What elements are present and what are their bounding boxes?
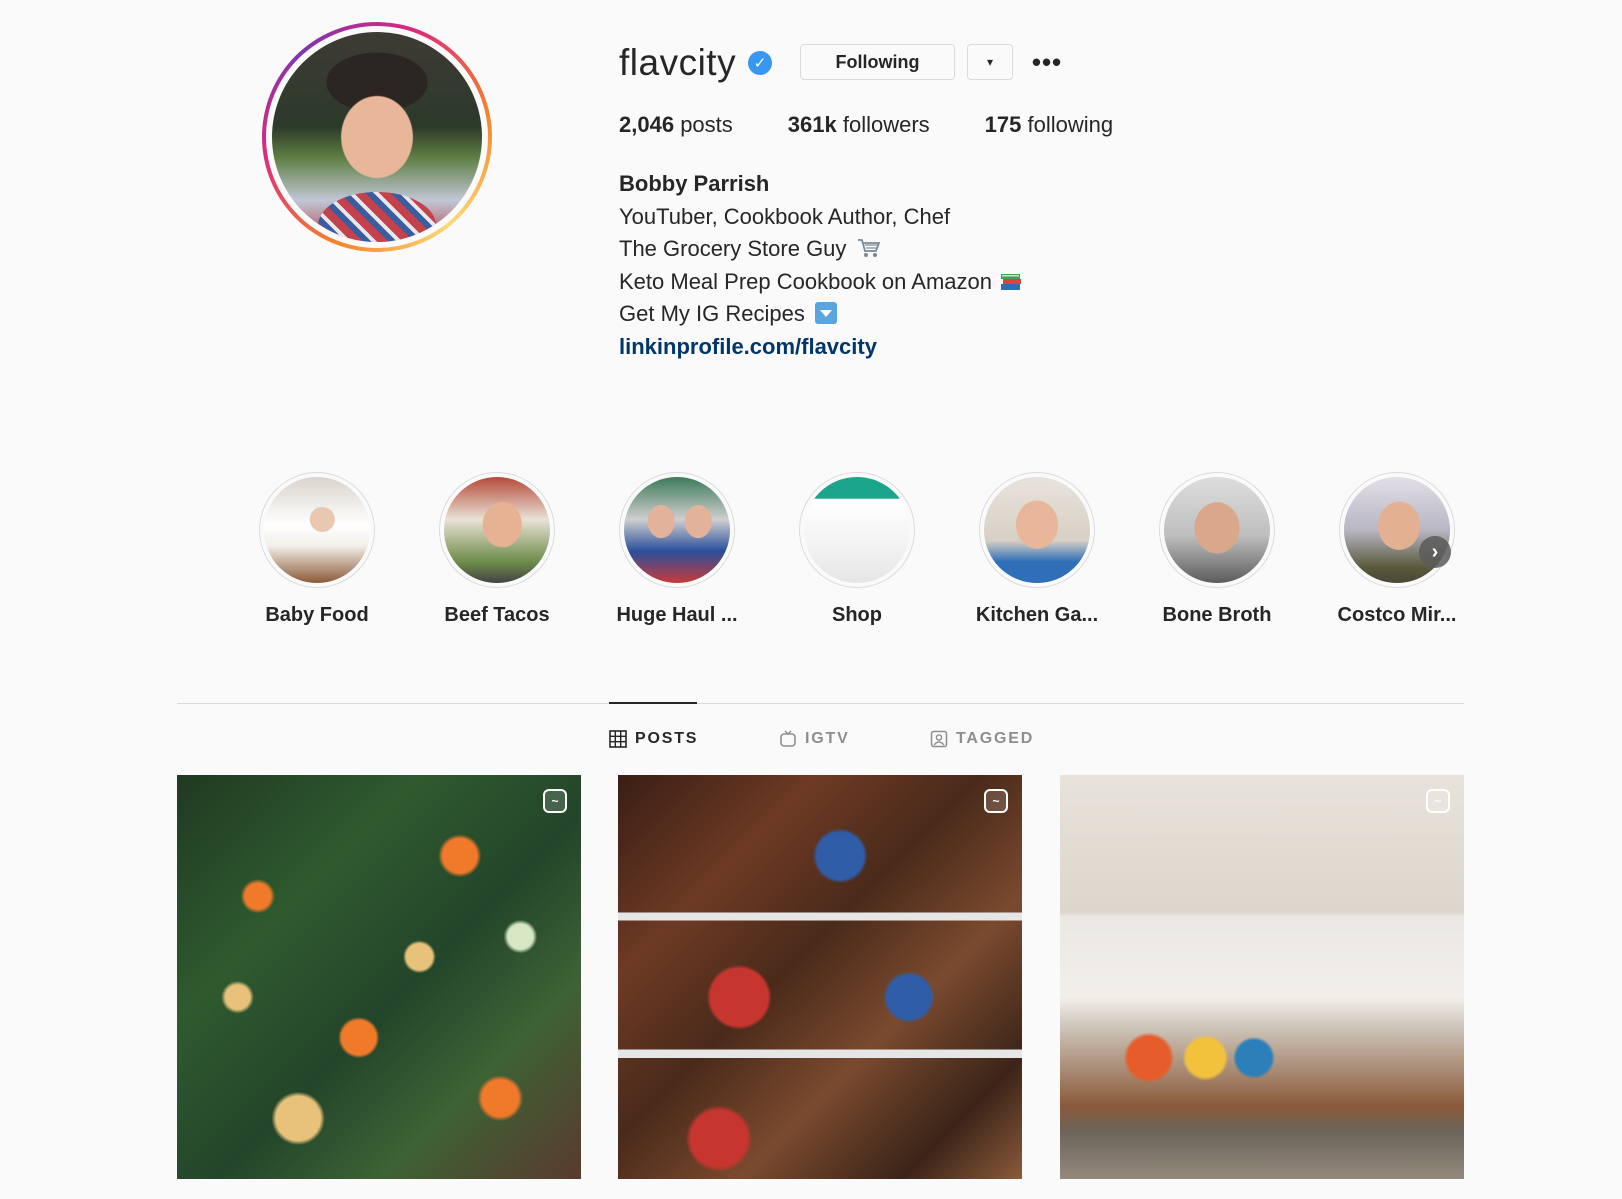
igtv-icon: ~	[984, 789, 1008, 813]
highlight-item[interactable]: Costco Mir...	[1317, 472, 1477, 627]
following-button[interactable]: Following	[800, 44, 955, 80]
post-thumbnail[interactable]: ~	[618, 775, 1022, 1179]
posts-stat: 2,046 posts	[619, 112, 733, 138]
profile-stats: 2,046 posts 361k followers 175 following	[619, 112, 1168, 138]
tabs-divider	[177, 703, 1464, 704]
highlight-item[interactable]: Shop	[777, 472, 937, 627]
post-thumbnail[interactable]: ~	[1060, 775, 1464, 1179]
post-thumbnail[interactable]: ~	[177, 775, 581, 1179]
tab-label: POSTS	[635, 730, 699, 747]
highlight-item[interactable]: Baby Food	[237, 472, 397, 627]
highlight-cover	[1339, 472, 1455, 588]
followers-stat[interactable]: 361k followers	[788, 112, 930, 138]
avatar-photo	[272, 32, 482, 242]
igtv-icon: ~	[1426, 789, 1450, 813]
profile-bio: Bobby Parrish YouTuber, Cookbook Author,…	[619, 168, 1022, 364]
bio-link[interactable]: linkinprofile.com/flavcity	[619, 331, 1022, 364]
tab-label: IGTV	[805, 730, 850, 747]
following-stat-label: following	[1027, 112, 1114, 137]
following-stat[interactable]: 175 following	[985, 112, 1113, 138]
highlight-item[interactable]: Bone Broth	[1137, 472, 1297, 627]
shopping-cart-icon	[857, 239, 880, 258]
highlight-cover	[799, 472, 915, 588]
username: flavcity	[619, 42, 737, 83]
tab-tagged[interactable]: TAGGED	[930, 730, 1034, 748]
username-row: flavcity ✓	[619, 38, 773, 88]
verified-badge-icon: ✓	[748, 51, 773, 75]
highlight-label: Shop	[832, 604, 882, 626]
tab-igtv[interactable]: IGTV	[779, 730, 850, 748]
more-options-icon[interactable]: •••	[1030, 47, 1064, 77]
highlight-label: Huge Haul ...	[616, 604, 738, 626]
bio-line: Get My IG Recipes	[619, 298, 1022, 331]
tab-posts[interactable]: POSTS	[609, 730, 698, 748]
highlight-label: Costco Mir...	[1337, 604, 1457, 626]
followers-label: followers	[842, 112, 930, 137]
igtv-icon	[780, 730, 796, 747]
highlight-label: Beef Tacos	[444, 604, 550, 626]
highlight-label: Bone Broth	[1162, 604, 1272, 626]
bio-line: Keto Meal Prep Cookbook on Amazon	[619, 266, 1022, 299]
highlight-label: Baby Food	[265, 604, 369, 626]
chevron-down-icon: ▾	[986, 55, 994, 69]
highlight-cover	[1159, 472, 1275, 588]
grid-icon	[609, 730, 627, 748]
down-arrow-icon	[814, 302, 837, 325]
highlight-cover	[259, 472, 375, 588]
highlight-label: Kitchen Ga...	[975, 604, 1099, 626]
profile-avatar[interactable]	[262, 22, 492, 252]
posts-label: posts	[680, 112, 733, 137]
highlight-cover	[439, 472, 555, 588]
igtv-icon: ~	[543, 789, 567, 813]
active-tab-indicator	[609, 702, 697, 704]
full-name: Bobby Parrish	[619, 171, 770, 196]
tagged-icon	[930, 730, 948, 748]
tab-label: TAGGED	[956, 730, 1035, 747]
bio-line: YouTuber, Cookbook Author, Chef	[619, 203, 951, 229]
bio-line: The Grocery Store Guy	[619, 233, 1022, 266]
highlight-item[interactable]: Huge Haul ...	[597, 472, 757, 627]
books-icon	[1001, 273, 1022, 290]
highlight-item[interactable]: Kitchen Ga...	[957, 472, 1117, 627]
followers-count: 361k	[787, 112, 837, 137]
highlight-item[interactable]: Beef Tacos	[417, 472, 577, 627]
avatar-inner	[266, 26, 488, 248]
posts-count: 2,046	[619, 112, 675, 137]
following-count: 175	[984, 112, 1022, 137]
highlight-cover	[619, 472, 735, 588]
story-highlights: Baby Food Beef Tacos Huge Haul ... Shop …	[237, 472, 1456, 632]
suggested-dropdown-button[interactable]: ▾	[967, 44, 1013, 80]
highlight-cover	[979, 472, 1095, 588]
chevron-right-icon[interactable]: ›	[1419, 536, 1451, 568]
